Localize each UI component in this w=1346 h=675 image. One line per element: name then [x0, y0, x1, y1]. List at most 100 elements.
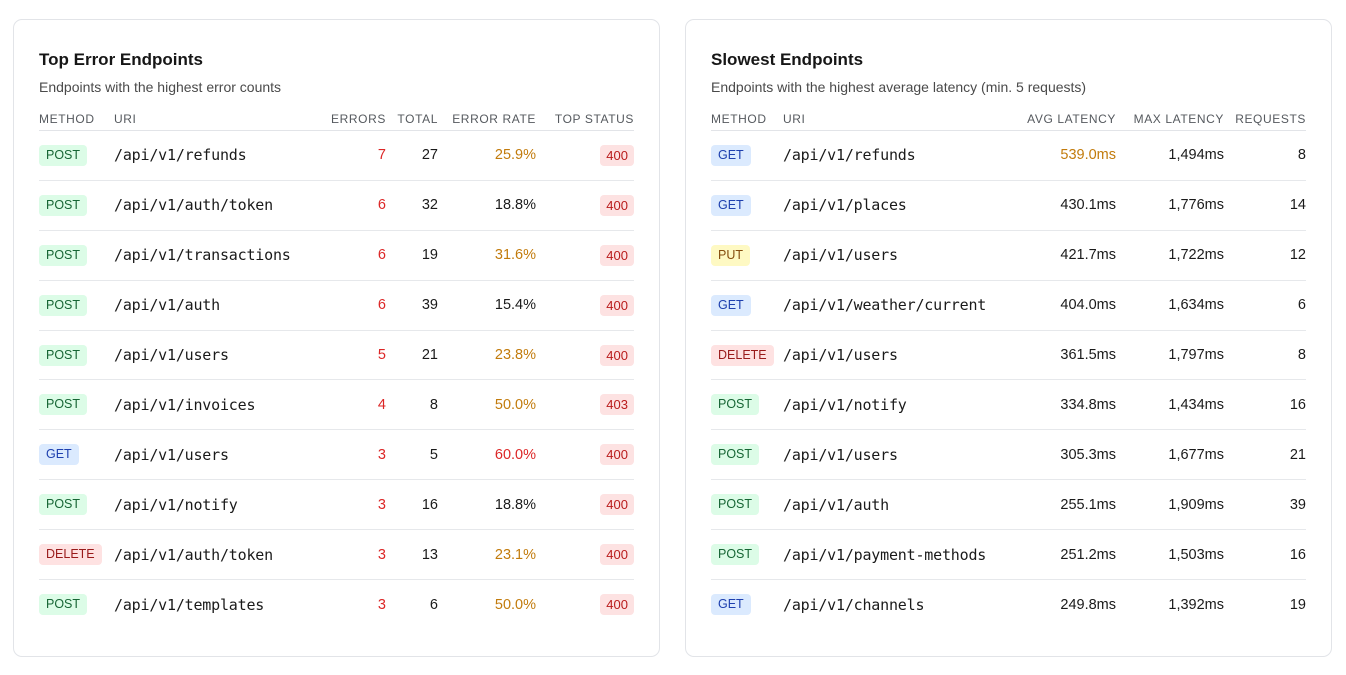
uri-cell: /api/v1/users — [783, 230, 1003, 281]
method-badge: POST — [711, 494, 760, 516]
column-header-error-rate[interactable]: ERROR RATE — [438, 108, 536, 131]
table-row[interactable]: GET/api/v1/refunds 539.0ms 1,494ms 8 — [711, 130, 1306, 181]
table-header-row: METHOD URI ERRORS TOTAL ERROR RATE TOP S… — [39, 108, 634, 131]
table-row[interactable]: POST/api/v1/invoices 4 8 50.0% 403 — [39, 379, 634, 431]
errors-cell: 7 — [317, 130, 386, 181]
column-header-top-status[interactable]: TOP STATUS — [536, 108, 634, 131]
column-header-avg-latency[interactable]: AVG LATENCY — [1003, 108, 1116, 131]
table-row[interactable]: POST/api/v1/notify 334.8ms 1,434ms 16 — [711, 379, 1306, 431]
method-cell: GET — [711, 130, 783, 181]
errors-cell: 6 — [317, 230, 386, 281]
slowest-endpoints-body: GET/api/v1/refunds 539.0ms 1,494ms 8 GET/api… — [711, 130, 1306, 630]
top-status-cell: 400 — [536, 479, 634, 531]
requests-cell: 12 — [1224, 230, 1306, 281]
table-row[interactable]: POST/api/v1/auth 255.1ms 1,909ms 39 — [711, 479, 1306, 531]
method-cell: GET — [711, 180, 783, 231]
method-badge: GET — [711, 294, 751, 316]
uri-cell: /api/v1/payment-methods — [783, 529, 1003, 581]
column-header-max-latency[interactable]: MAX LATENCY — [1116, 108, 1224, 131]
uri-cell: /api/v1/invoices — [114, 379, 317, 431]
uri-cell: /api/v1/users — [783, 429, 1003, 481]
table-row[interactable]: POST/api/v1/transactions 6 19 31.6% 400 — [39, 230, 634, 281]
top-status-cell: 400 — [536, 180, 634, 231]
table-row[interactable]: GET/api/v1/places 430.1ms 1,776ms 14 — [711, 180, 1306, 231]
errors-cell: 4 — [317, 379, 386, 431]
table-row[interactable]: POST/api/v1/notify 3 16 18.8% 400 — [39, 479, 634, 531]
error-rate-cell: 31.6% — [438, 230, 536, 281]
method-badge: DELETE — [39, 544, 102, 566]
table-row[interactable]: POST/api/v1/auth/token 6 32 18.8% 400 — [39, 180, 634, 231]
total-cell: 19 — [386, 230, 438, 281]
method-cell: POST — [39, 330, 114, 381]
method-badge: POST — [39, 344, 88, 366]
column-header-uri[interactable]: URI — [783, 108, 1003, 131]
uri-cell: /api/v1/transactions — [114, 230, 317, 281]
method-cell: POST — [39, 580, 114, 630]
top-status-cell: 403 — [536, 379, 634, 431]
method-badge: PUT — [711, 244, 750, 266]
method-badge: POST — [39, 294, 88, 316]
status-badge: 403 — [600, 394, 634, 416]
top-status-cell: 400 — [536, 230, 634, 281]
max-latency-cell: 1,722ms — [1116, 230, 1224, 281]
card-title: Slowest Endpoints — [711, 50, 864, 69]
table-row[interactable]: GET/api/v1/weather/current 404.0ms 1,634ms… — [711, 280, 1306, 331]
table-row[interactable]: PUT/api/v1/users 421.7ms 1,722ms 12 — [711, 230, 1306, 281]
method-badge: GET — [711, 594, 751, 616]
uri-cell: /api/v1/weather/current — [783, 280, 1003, 331]
column-header-method[interactable]: METHOD — [711, 108, 783, 131]
card-title: Top Error Endpoints — [39, 50, 204, 69]
avg-latency-cell: 249.8ms — [1060, 596, 1116, 613]
total-cell: 39 — [386, 280, 438, 331]
column-header-requests[interactable]: REQUESTS — [1224, 108, 1306, 131]
method-cell: GET — [39, 429, 114, 481]
total-cell: 27 — [386, 130, 438, 181]
slowest-endpoints-card: Slowest Endpoints Endpoints with the hig… — [685, 19, 1332, 657]
uri-cell: /api/v1/refunds — [783, 130, 1003, 181]
table-row[interactable]: POST/api/v1/templates 3 6 50.0% 400 — [39, 580, 634, 630]
total-cell: 21 — [386, 330, 438, 381]
max-latency-cell: 1,776ms — [1116, 180, 1224, 231]
total-cell: 5 — [386, 429, 438, 481]
method-cell: POST — [711, 479, 783, 531]
status-badge: 400 — [600, 194, 634, 216]
uri-cell: /api/v1/auth/token — [114, 180, 317, 231]
table-row[interactable]: POST/api/v1/refunds 7 27 25.9% 400 — [39, 130, 634, 181]
error-rate-cell: 15.4% — [438, 280, 536, 331]
requests-cell: 16 — [1224, 379, 1306, 431]
column-header-method[interactable]: METHOD — [39, 108, 114, 131]
table-row[interactable]: POST/api/v1/payment-methods 251.2ms 1,503m… — [711, 529, 1306, 581]
requests-cell: 39 — [1224, 479, 1306, 531]
max-latency-cell: 1,494ms — [1116, 130, 1224, 181]
top-error-endpoints-card: Top Error Endpoints Endpoints with the h… — [13, 19, 660, 657]
requests-cell: 14 — [1224, 180, 1306, 231]
avg-latency-cell: 305.3ms — [1003, 429, 1116, 481]
status-badge: 400 — [600, 144, 634, 166]
column-header-uri[interactable]: URI — [114, 108, 317, 131]
error-rate-cell: 25.9% — [438, 130, 536, 181]
total-cell: 8 — [386, 379, 438, 431]
table-row[interactable]: POST/api/v1/auth 6 39 15.4% 400 — [39, 280, 634, 331]
requests-cell: 19 — [1289, 596, 1306, 613]
table-row[interactable]: POST/api/v1/users 5 21 23.8% 400 — [39, 330, 634, 381]
method-badge: POST — [39, 144, 88, 166]
table-row[interactable]: GET/api/v1/channels 249.8ms 1,392ms 19 — [711, 580, 1306, 630]
table-row[interactable]: GET/api/v1/users 3 5 60.0% 400 — [39, 429, 634, 481]
slowest-endpoints-table: METHOD URI AVG LATENCY MAX LATENCY REQUE… — [711, 108, 1306, 629]
method-cell: DELETE — [39, 529, 114, 581]
requests-cell: 6 — [1224, 280, 1306, 331]
requests-cell: 21 — [1224, 429, 1306, 481]
top-status-cell: 400 — [536, 130, 634, 181]
error-endpoints-table: METHOD URI ERRORS TOTAL ERROR RATE TOP S… — [39, 108, 634, 629]
status-badge: 400 — [600, 494, 634, 516]
column-header-errors[interactable]: ERRORS — [317, 108, 386, 131]
table-row[interactable]: DELETE/api/v1/auth/token 3 13 23.1% 400 — [39, 529, 634, 581]
table-row[interactable]: DELETE/api/v1/users 361.5ms 1,797ms 8 — [711, 330, 1306, 381]
errors-cell: 3 — [377, 596, 386, 613]
column-header-total[interactable]: TOTAL — [386, 108, 438, 131]
total-cell: 32 — [386, 180, 438, 231]
method-badge: POST — [711, 444, 760, 466]
table-row[interactable]: POST/api/v1/users 305.3ms 1,677ms 21 — [711, 429, 1306, 481]
status-badge: 400 — [600, 344, 634, 366]
status-badge: 400 — [600, 294, 634, 316]
